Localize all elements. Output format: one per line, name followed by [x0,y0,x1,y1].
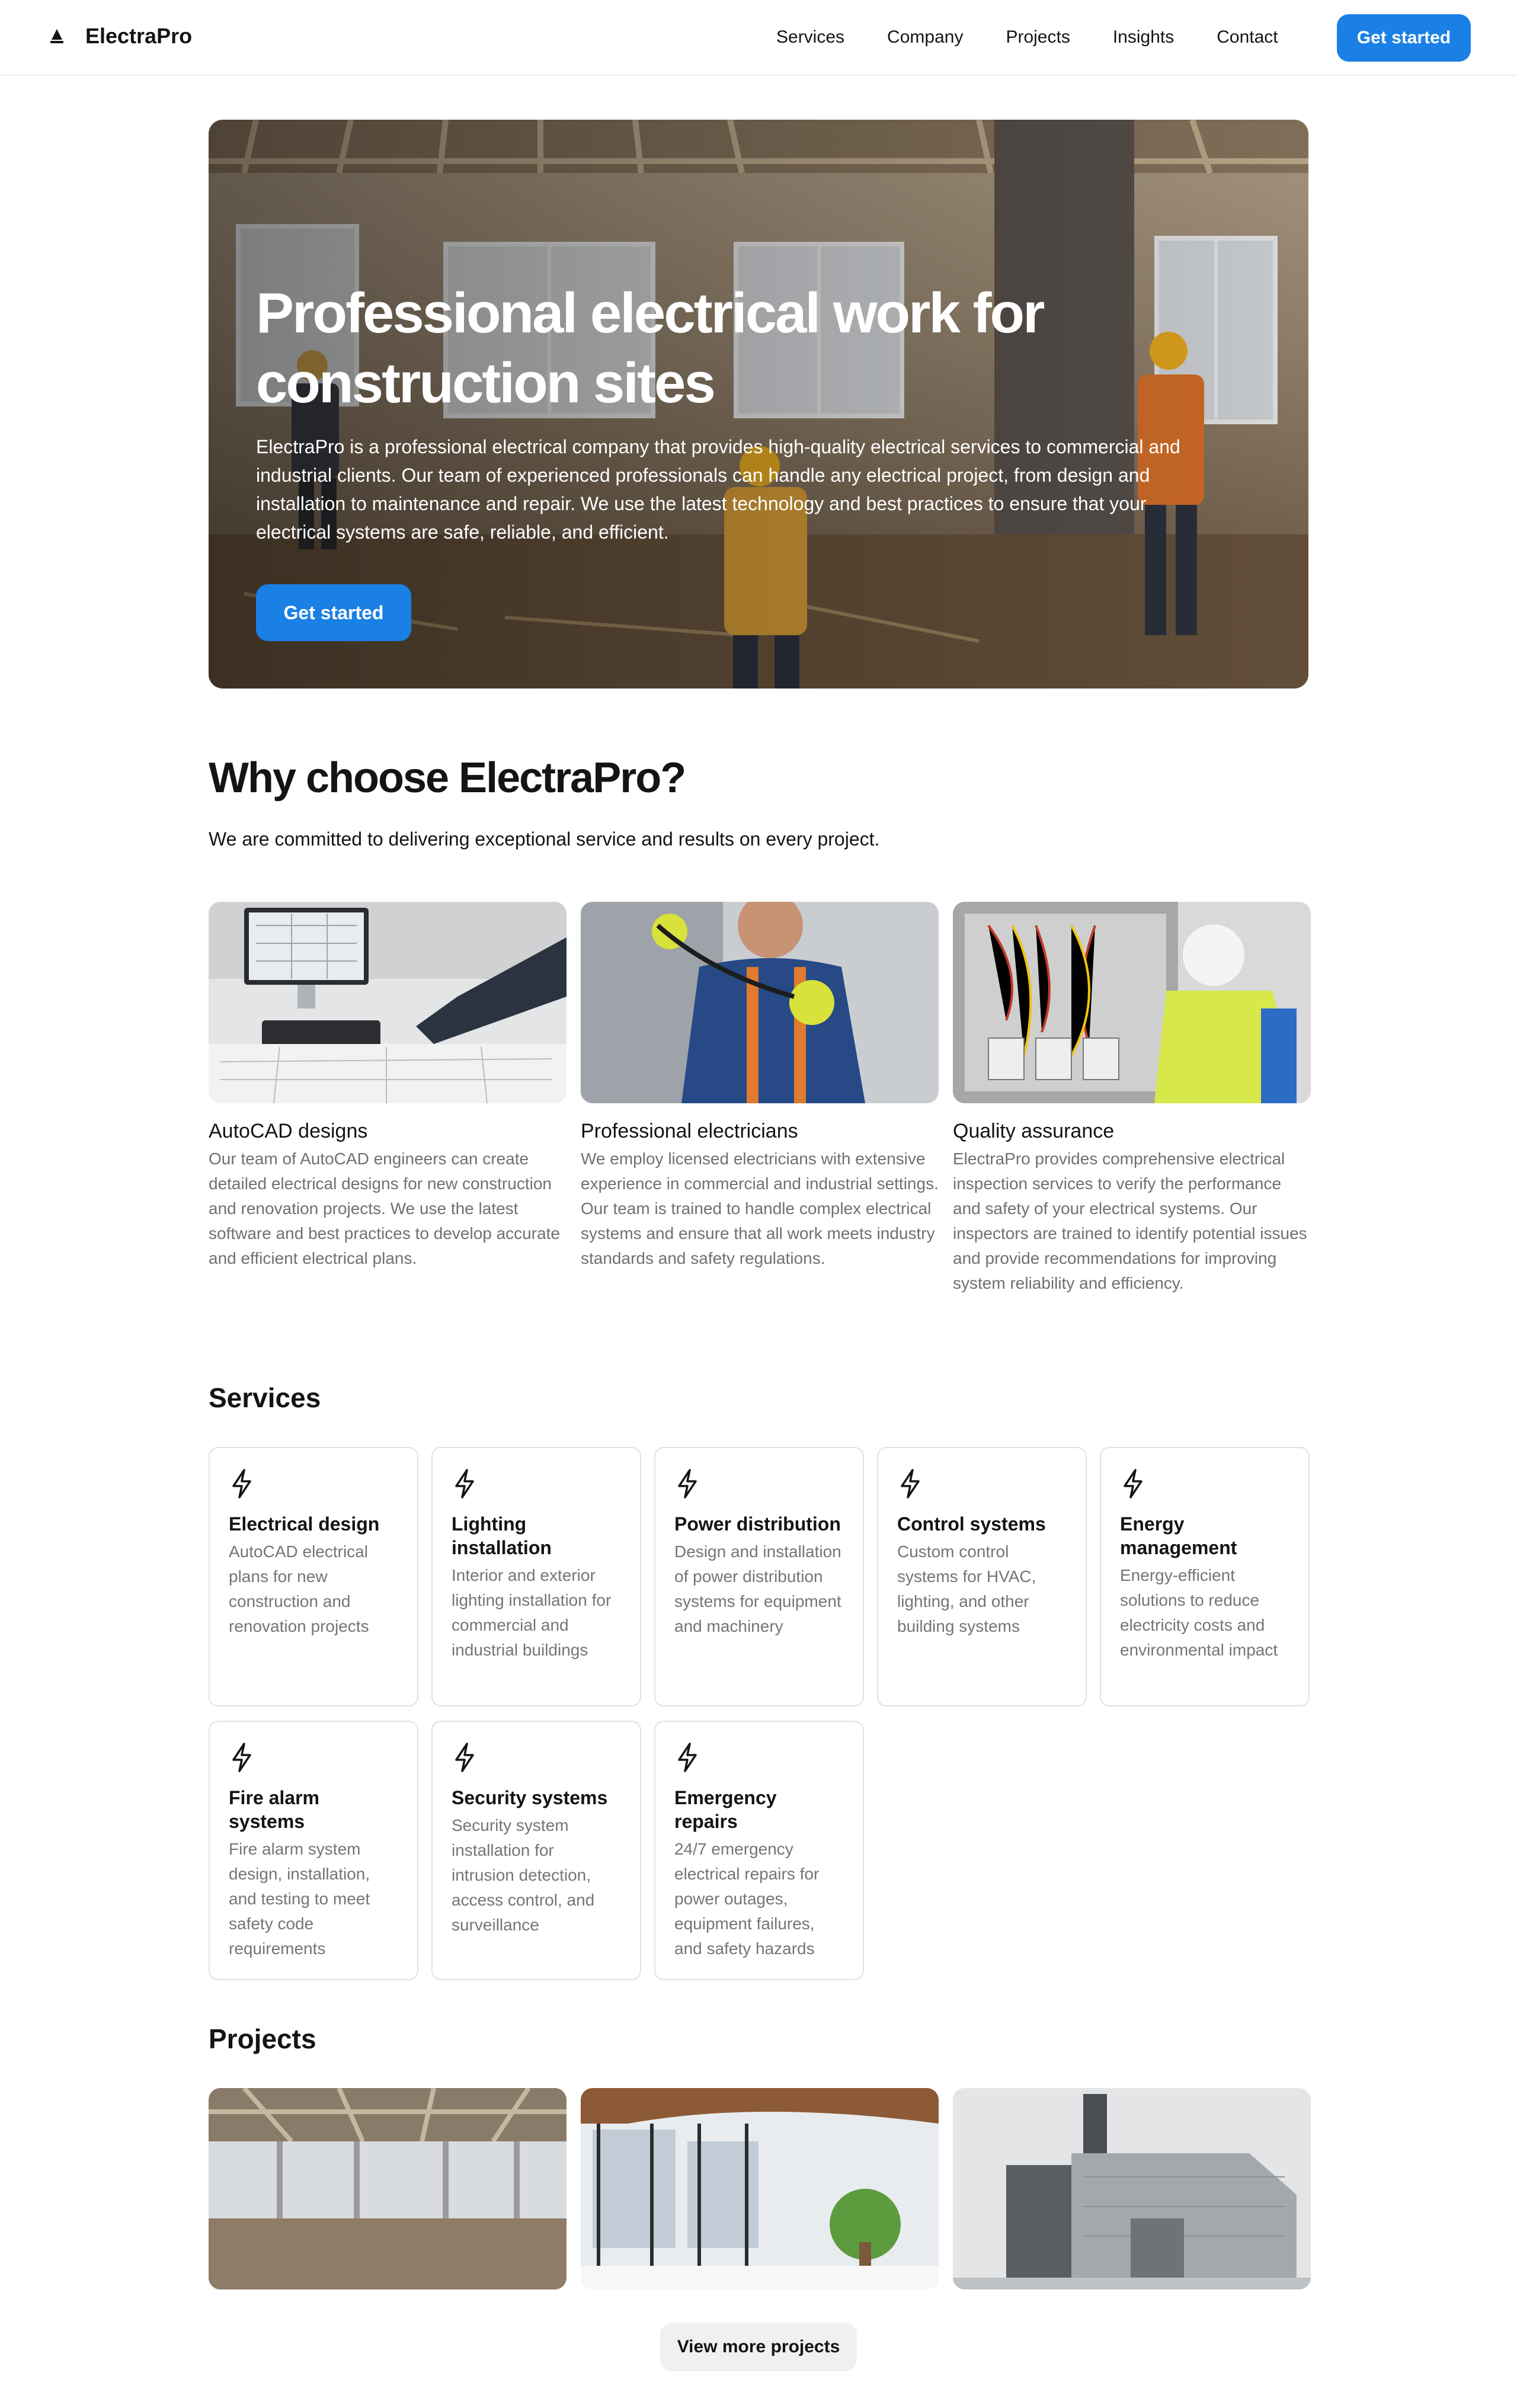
projects-section-title: Projects [209,2023,316,2054]
service-description: Custom control systems for HVAC, lightin… [897,1542,1036,1635]
service-description: Fire alarm system design, installation, … [229,1840,370,1958]
feature-description: Our team of AutoCAD engineers can create… [209,1149,561,1267]
project-photo [953,2088,1311,2289]
feature-description: We employ licensed electricians with ext… [581,1149,939,1267]
project-photo [209,2088,567,2289]
service-card-security-systems[interactable]: Security systems Security system install… [431,1721,641,1980]
service-card-power-distribution[interactable]: Power distribution Design and installati… [654,1447,864,1706]
lightning-bolt-icon [232,1469,251,1498]
lightning-bolt-icon [678,1743,697,1772]
professional-electricians-image [581,902,939,1103]
nav-link-projects[interactable]: Projects [1006,27,1070,47]
service-title: Security systems [452,1787,608,1808]
top-navigation: ElectraPro Services Company Projects Ins… [0,0,1517,76]
why-section-title: Why choose ElectraPro? [209,754,686,802]
feature-title: Quality assurance [953,1120,1115,1142]
project-image-industrial-building[interactable] [953,2088,1311,2289]
nav-get-started-button[interactable]: Get started [1337,14,1471,62]
service-description: Interior and exterior lighting installat… [452,1566,612,1659]
nav-links: Services Company Projects Insights Conta… [776,0,1278,75]
feature-title: AutoCAD designs [209,1120,368,1142]
service-card-energy-management[interactable]: Energy management Energy-efficient solut… [1100,1447,1310,1706]
service-title: Lighting installation [452,1513,552,1558]
feature-title: Professional electricians [581,1120,798,1142]
hero-banner: Professional electrical work for constru… [209,120,1308,689]
project-photo [581,2088,939,2289]
brand[interactable]: ElectraPro [46,24,192,49]
nav-link-services[interactable]: Services [776,27,844,47]
service-title: Energy management [1120,1513,1237,1558]
autocad-designs-image [209,902,567,1103]
service-card-electrical-design[interactable]: Electrical design AutoCAD electrical pla… [209,1447,418,1706]
hero-description: ElectraPro is a professional electrical … [256,436,1180,543]
feature-description: ElectraPro provides comprehensive electr… [953,1149,1307,1292]
feature-card-electricians: Professional electricians We employ lice… [581,902,939,1271]
service-card-fire-alarm-systems[interactable]: Fire alarm systems Fire alarm system des… [209,1721,418,1980]
view-more-projects-button[interactable]: View more projects [660,2323,857,2371]
service-card-lighting-installation[interactable]: Lighting installation Interior and exter… [431,1447,641,1706]
service-description: Design and installation of power distrib… [674,1542,841,1635]
why-section-subtitle: We are committed to delivering exception… [209,828,880,850]
feature-card-quality: Quality assurance ElectraPro provides co… [953,902,1311,1296]
nav-link-insights[interactable]: Insights [1113,27,1174,47]
service-description: AutoCAD electrical plans for new constru… [229,1542,369,1635]
service-description: 24/7 emergency electrical repairs for po… [674,1840,820,1958]
feature-card-autocad: AutoCAD designs Our team of AutoCAD engi… [209,902,567,1271]
lightning-bolt-icon [678,1469,697,1498]
service-title: Emergency repairs [674,1787,777,1832]
service-title: Power distribution [674,1513,841,1535]
hero-get-started-button[interactable]: Get started [256,584,411,641]
brand-name: ElectraPro [85,24,193,48]
service-title: Fire alarm systems [229,1787,319,1832]
service-card-emergency-repairs[interactable]: Emergency repairs 24/7 emergency electri… [654,1721,864,1980]
lightning-bolt-icon [455,1743,474,1772]
services-section-title: Services [209,1382,321,1413]
project-image-open-floor[interactable] [209,2088,567,2289]
lightning-bolt-icon [232,1743,251,1772]
lightning-bolt-icon [901,1469,920,1498]
project-image-glass-office[interactable] [581,2088,939,2289]
lightning-bolt-icon [455,1469,474,1498]
service-description: Energy-efficient solutions to reduce ele… [1120,1566,1278,1659]
service-card-control-systems[interactable]: Control systems Custom control systems f… [877,1447,1087,1706]
nav-link-company[interactable]: Company [887,27,963,47]
quality-assurance-image [953,902,1311,1103]
hero-title: Professional electrical work for constru… [256,281,1045,415]
service-title: Electrical design [229,1513,380,1535]
nav-link-contact[interactable]: Contact [1217,27,1278,47]
service-description: Security system installation for intrusi… [452,1816,595,1934]
lightning-bolt-icon [1124,1469,1142,1498]
service-title: Control systems [897,1513,1046,1535]
logo-icon [50,29,63,43]
